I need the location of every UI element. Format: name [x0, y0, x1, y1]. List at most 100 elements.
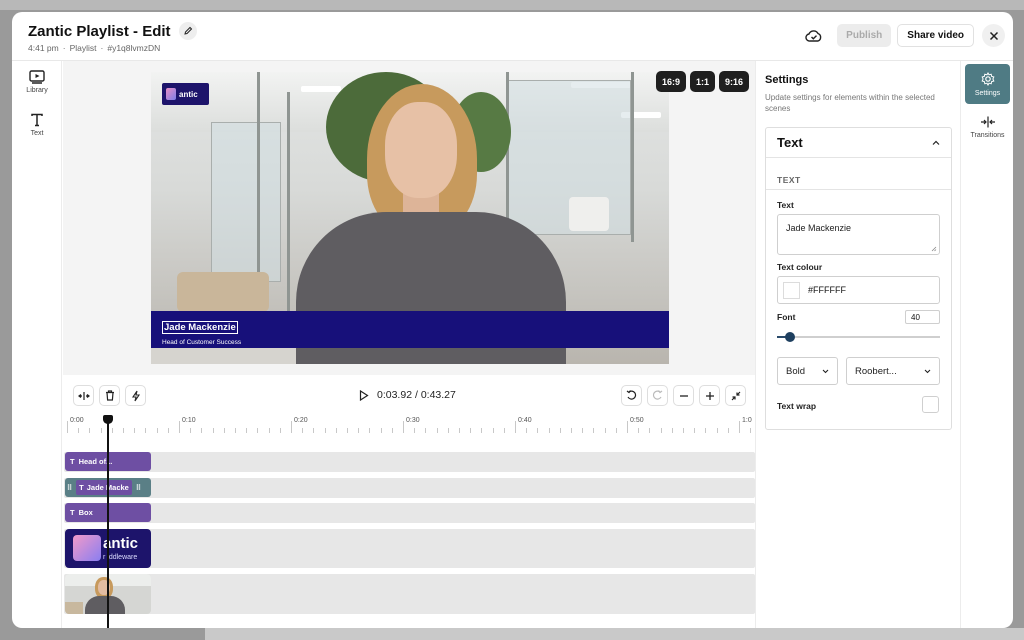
current-time: 0:03.92 / 0:43.27: [377, 389, 456, 401]
ratio-16-9-button[interactable]: 16:9: [655, 71, 686, 92]
ruler-tick: [649, 428, 651, 433]
header-actions: Publish Share video: [803, 24, 1005, 47]
logo-text: antic: [179, 89, 198, 99]
track-box[interactable]: [64, 503, 755, 523]
ruler-tick: [593, 428, 595, 433]
ruler-tick: [190, 428, 192, 433]
lower-third[interactable]: Jade Mackenzie Head of Customer Success: [151, 311, 669, 348]
ruler-tick: [123, 428, 124, 433]
ruler-tick: [369, 428, 371, 433]
sidebar-item-library[interactable]: Library: [12, 70, 62, 94]
ruler-tick: [750, 428, 752, 433]
share-video-button[interactable]: Share video: [897, 24, 974, 47]
timeline-ruler[interactable]: 0:00 0:10 0:20 0:30 0:40 0:50 1:0: [63, 413, 755, 437]
colour-value: #FFFFFF: [808, 285, 846, 295]
ratio-1-1-button[interactable]: 1:1: [689, 71, 715, 92]
text-field-label: Text: [777, 200, 794, 210]
font-size-input[interactable]: 40: [905, 310, 940, 324]
lower-third-role[interactable]: Head of Customer Success: [162, 339, 658, 346]
backdrop-bottom: [205, 628, 1024, 640]
text-accordion-header[interactable]: Text: [766, 128, 951, 158]
sidebar-item-label: Library: [26, 87, 48, 94]
split-button[interactable]: [73, 385, 94, 406]
font-weight-select[interactable]: Bold: [777, 357, 838, 385]
ruler-tick: [291, 421, 292, 433]
text-value-textarea[interactable]: Jade Mackenzie: [777, 214, 940, 255]
brand-logo[interactable]: antic: [162, 83, 209, 105]
play-icon[interactable]: [359, 389, 369, 401]
ruler-tick: [257, 428, 259, 433]
gear-icon: [981, 71, 994, 86]
playhead-handle[interactable]: [103, 415, 113, 424]
ruler-tick: [638, 428, 640, 433]
close-button[interactable]: [982, 24, 1005, 47]
lower-third-name[interactable]: Jade Mackenzie: [162, 321, 238, 334]
resize-handle-icon[interactable]: [931, 246, 937, 252]
header-id: #y1q8lvmzDN: [107, 43, 161, 53]
subtitle-separator: ·: [62, 43, 66, 53]
drag-handle-icon[interactable]: ⠿: [136, 484, 141, 492]
zoom-in-button[interactable]: [699, 385, 720, 406]
ruler-tick: [615, 428, 617, 433]
ruler-tick: [739, 421, 740, 433]
text-wrap-checkbox[interactable]: [922, 396, 939, 413]
track-text-name[interactable]: [64, 478, 755, 498]
person-face: [385, 102, 457, 198]
colour-swatch[interactable]: [783, 281, 800, 299]
drag-handle-icon[interactable]: ⠿: [67, 484, 72, 492]
ruler-tick: [145, 428, 147, 433]
ruler-tick: [167, 428, 169, 433]
edit-title-button[interactable]: [178, 22, 197, 40]
tab-settings[interactable]: Settings: [965, 64, 1010, 104]
ruler-tick: [447, 428, 449, 433]
ruler-tick: [515, 421, 516, 433]
video-preview[interactable]: antic Jade Mackenzie Head of Customer Su…: [151, 72, 669, 364]
ruler-tick: [671, 428, 673, 433]
track-video[interactable]: [64, 574, 755, 614]
tab-transitions[interactable]: Transitions: [965, 107, 1010, 147]
aspect-ratio-group: 16:9 1:1 9:16: [655, 71, 749, 92]
text-colour-input[interactable]: #FFFFFF: [777, 276, 940, 304]
font-label: Font: [777, 312, 796, 322]
tick-label: 0:20: [294, 417, 308, 424]
ruler-tick: [716, 428, 718, 433]
clip-inner: T Jade Macke: [76, 480, 132, 495]
ratio-9-16-button[interactable]: 9:16: [718, 71, 749, 92]
ruler-tick: [548, 428, 550, 433]
tick-label: 0:40: [518, 417, 532, 424]
ruler-tick: [660, 428, 662, 433]
ruler-tick: [100, 428, 102, 433]
slider-thumb[interactable]: [785, 332, 796, 342]
chevron-down-icon: [924, 369, 931, 373]
playhead[interactable]: [107, 415, 109, 628]
backdrop-top: [0, 0, 1024, 10]
ruler-tick: [111, 428, 113, 433]
ruler-tick: [246, 428, 248, 433]
ruler-tick: [683, 428, 684, 433]
ruler-tick: [67, 421, 68, 433]
effects-button[interactable]: [125, 385, 146, 406]
font-size-slider[interactable]: [777, 332, 940, 342]
current-time-value: 0:03.92: [377, 389, 413, 401]
undo-button[interactable]: [621, 385, 642, 406]
tab-label: Settings: [974, 89, 1001, 97]
track-text-role[interactable]: [64, 452, 755, 472]
ruler-tick: [436, 428, 438, 433]
font-family-select[interactable]: Roobert...: [846, 357, 940, 385]
window-frame: [287, 92, 290, 312]
ruler-tick: [179, 421, 180, 433]
redo-button[interactable]: [647, 385, 668, 406]
delete-button[interactable]: [99, 385, 120, 406]
publish-button[interactable]: Publish: [837, 24, 892, 47]
text-settings-card: Text TEXT Text Jade Mackenzie Text colou…: [765, 127, 952, 430]
sidebar-item-text[interactable]: Text: [12, 113, 62, 137]
clip-label: Box: [78, 508, 93, 517]
track-logo[interactable]: [64, 529, 755, 568]
fit-timeline-button[interactable]: [725, 385, 746, 406]
transitions-icon: [980, 116, 995, 127]
tick-label: 0:00: [70, 417, 84, 424]
zoom-out-button[interactable]: [673, 385, 694, 406]
ruler-tick: [380, 428, 382, 433]
chevron-up-icon[interactable]: [932, 140, 940, 146]
timeline-toolbar: 0:03.92 / 0:43.27: [63, 375, 755, 415]
